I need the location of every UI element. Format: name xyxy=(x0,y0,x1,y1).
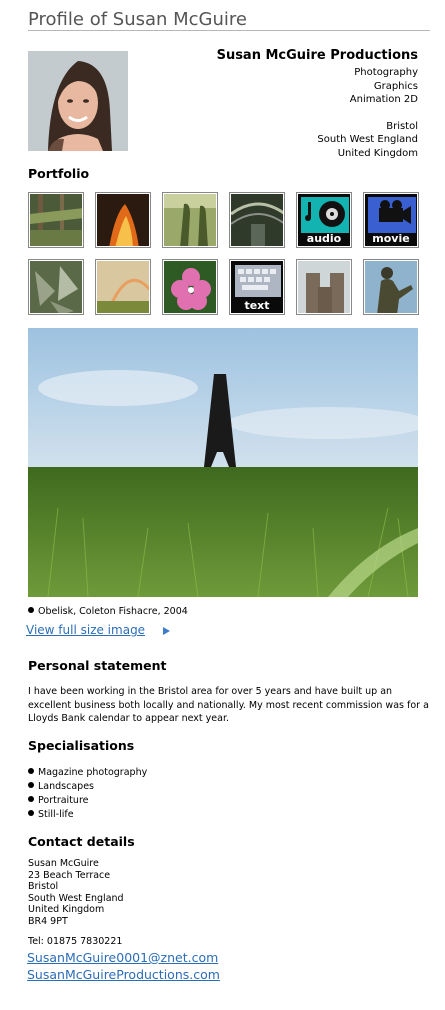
website-link[interactable]: SusanMcGuireProductions.com xyxy=(27,967,220,982)
image-caption: Obelisk, Coleton Fishacre, 2004 xyxy=(28,606,188,617)
audio-label: audio xyxy=(306,232,342,245)
portfolio-thumb-fire[interactable] xyxy=(95,192,151,248)
portfolio-thumb-statue[interactable] xyxy=(363,259,419,315)
list-item: Portraiture xyxy=(28,794,147,808)
personal-statement-text: I have been working in the Bristol area … xyxy=(28,686,429,724)
specialisations-list: Magazine photography Landscapes Portrait… xyxy=(28,766,147,822)
portfolio-thumb-audio[interactable]: audio xyxy=(296,192,352,248)
main-image-obelisk xyxy=(28,328,418,597)
service-item: Photography xyxy=(354,67,418,78)
caption-text: Obelisk, Coleton Fishacre, 2004 xyxy=(38,606,188,617)
address-line: South West England xyxy=(28,892,124,904)
bullet-icon xyxy=(28,768,34,774)
company-name: Susan McGuire Productions xyxy=(216,48,418,63)
portfolio-thumb-movie[interactable]: movie xyxy=(363,192,419,248)
address-line: Susan McGuire xyxy=(28,858,99,869)
text-label: text xyxy=(244,299,270,312)
bullet-icon xyxy=(28,607,34,613)
portfolio-heading: Portfolio xyxy=(28,166,90,181)
service-item: Animation 2D xyxy=(349,94,418,105)
arrow-right-icon xyxy=(163,627,170,635)
contact-details-heading: Contact details xyxy=(28,834,135,849)
specialisations-heading: Specialisations xyxy=(28,738,135,753)
portfolio-thumb-text[interactable]: text xyxy=(229,259,285,315)
bullet-icon xyxy=(28,782,34,788)
portfolio-thumb-forest[interactable] xyxy=(28,192,84,248)
address-line: BR4 9PT xyxy=(28,915,68,927)
portfolio-thumb-shadows[interactable] xyxy=(162,192,218,248)
page-title: Profile of Susan McGuire xyxy=(28,9,247,30)
title-divider xyxy=(28,30,430,31)
portfolio-thumb-station[interactable] xyxy=(229,192,285,248)
bullet-icon xyxy=(28,810,34,816)
profile-photo xyxy=(28,51,128,151)
portfolio-thumb-cathedral[interactable] xyxy=(296,259,352,315)
company-info: Susan McGuire Productions Photography Gr… xyxy=(217,48,418,160)
location-line: United Kingdom xyxy=(337,147,418,159)
address-line: Bristol xyxy=(28,881,59,892)
view-full-size-link[interactable]: View full size image xyxy=(26,623,145,637)
location-line: South West England xyxy=(317,134,418,145)
list-item: Landscapes xyxy=(28,780,147,794)
telephone: Tel: 01875 7830221 xyxy=(28,936,123,947)
service-item: Graphics xyxy=(373,80,418,92)
movie-label: movie xyxy=(372,232,410,245)
location-line: Bristol xyxy=(386,120,418,132)
personal-statement-heading: Personal statement xyxy=(28,658,167,673)
bullet-icon xyxy=(28,796,34,802)
portfolio-thumb-flower[interactable] xyxy=(162,259,218,315)
address-line: United Kingdom xyxy=(28,904,105,915)
list-item: Magazine photography xyxy=(28,766,147,780)
list-item: Still-life xyxy=(28,808,147,822)
postal-address: Susan McGuire 23 Beach Terrace Bristol S… xyxy=(28,858,124,927)
portfolio-thumb-rainbow[interactable] xyxy=(95,259,151,315)
address-line: 23 Beach Terrace xyxy=(28,869,111,881)
portfolio-thumb-leaves[interactable] xyxy=(28,259,84,315)
email-link[interactable]: SusanMcGuire0001@znet.com xyxy=(27,950,218,965)
